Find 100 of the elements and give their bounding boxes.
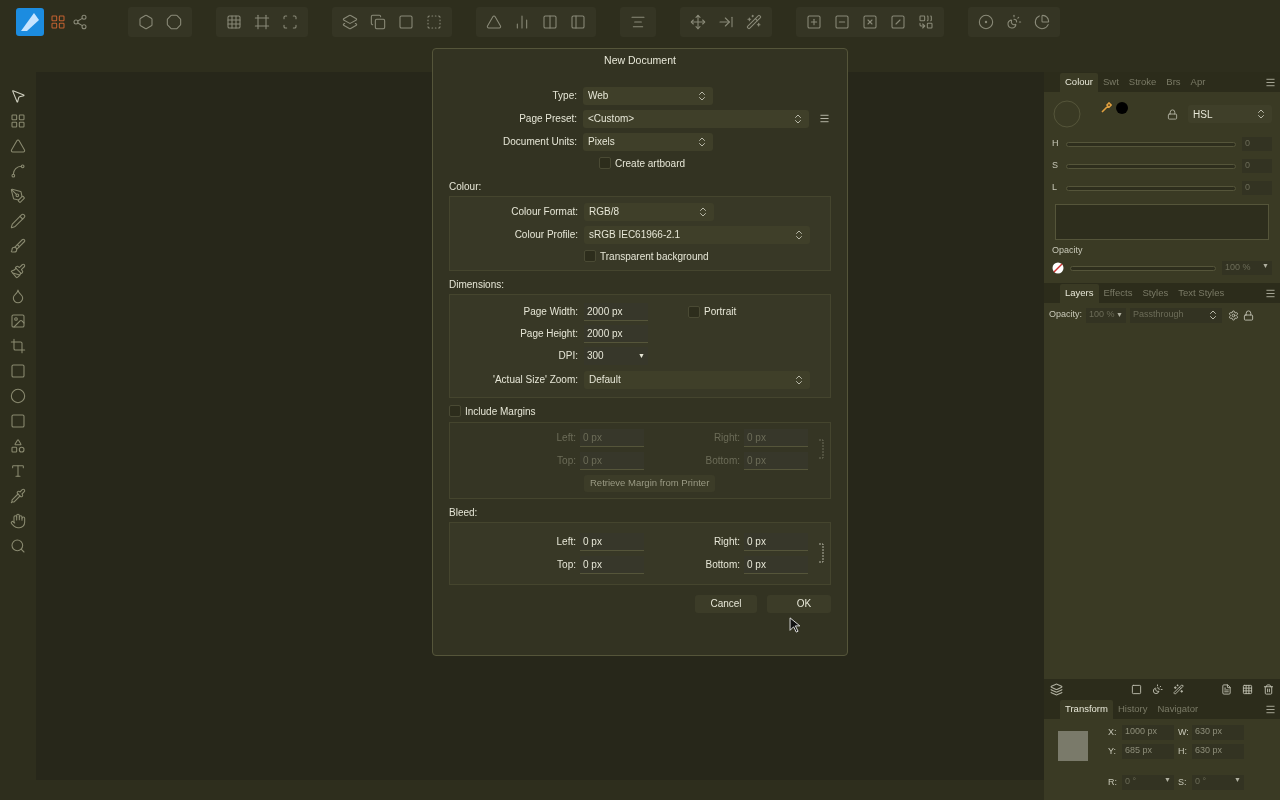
panel-icon[interactable] bbox=[570, 14, 586, 30]
grid-icon[interactable] bbox=[1242, 683, 1253, 695]
square-icon[interactable] bbox=[10, 363, 26, 379]
panel-tab[interactable]: Brs bbox=[1161, 73, 1186, 92]
panel-menu-icon[interactable] bbox=[1265, 288, 1276, 299]
input-field[interactable]: 630 px bbox=[1192, 744, 1244, 759]
slider-track[interactable] bbox=[1066, 141, 1236, 147]
circle-icon[interactable] bbox=[10, 388, 26, 404]
combine-icon[interactable] bbox=[918, 14, 934, 30]
panel-tab[interactable]: Apr bbox=[1185, 73, 1211, 92]
wand-icon[interactable] bbox=[746, 14, 762, 30]
panel-tab[interactable]: Styles bbox=[1137, 284, 1174, 303]
pie-icon[interactable] bbox=[1034, 14, 1050, 30]
dropdown[interactable]: <Custom> bbox=[583, 109, 809, 128]
checkbox[interactable] bbox=[584, 250, 596, 263]
contrast-icon[interactable] bbox=[1006, 14, 1022, 30]
scan-icon[interactable] bbox=[282, 14, 298, 30]
hexagon-icon[interactable] bbox=[138, 14, 154, 30]
arrow-icon[interactable] bbox=[718, 14, 734, 30]
share-icon[interactable] bbox=[72, 14, 88, 30]
copy-icon[interactable] bbox=[370, 14, 386, 30]
droplet-icon[interactable] bbox=[10, 288, 26, 304]
bars-icon[interactable] bbox=[514, 14, 530, 30]
brush-icon[interactable] bbox=[10, 238, 26, 254]
panel-menu-icon[interactable] bbox=[1265, 77, 1276, 88]
artboard-icon[interactable] bbox=[10, 113, 26, 129]
input-field[interactable]: 0 px bbox=[580, 555, 644, 574]
input-field[interactable]: 2000 px bbox=[584, 324, 648, 343]
panel-menu-icon[interactable] bbox=[1265, 704, 1276, 715]
panel-tab[interactable]: Text Styles bbox=[1173, 284, 1230, 303]
align-icon[interactable] bbox=[630, 14, 646, 30]
add-shape-icon[interactable] bbox=[806, 14, 822, 30]
slider-track[interactable] bbox=[1066, 185, 1236, 191]
hand-icon[interactable] bbox=[10, 513, 26, 529]
dashed-square-icon[interactable] bbox=[426, 14, 442, 30]
pointer-icon[interactable] bbox=[10, 88, 26, 104]
layers-icon[interactable] bbox=[1050, 682, 1063, 696]
columns-icon[interactable] bbox=[542, 14, 558, 30]
curve-icon[interactable] bbox=[10, 163, 26, 179]
subtract-shape-icon[interactable] bbox=[834, 14, 850, 30]
persona-grid-icon[interactable] bbox=[50, 14, 66, 30]
divide-shape-icon[interactable] bbox=[890, 14, 906, 30]
dropdown[interactable]: RGB/8 bbox=[584, 202, 714, 221]
panel-tab[interactable]: Stroke bbox=[1123, 73, 1162, 92]
slider-track[interactable] bbox=[1066, 163, 1236, 169]
dropdown[interactable]: Default bbox=[584, 370, 810, 389]
dropdown[interactable]: Pixels bbox=[583, 132, 713, 151]
zoom-icon[interactable] bbox=[10, 538, 26, 554]
delete-icon[interactable] bbox=[1263, 683, 1274, 695]
shapes-icon[interactable] bbox=[10, 438, 26, 454]
no-fill-icon[interactable] bbox=[1052, 262, 1064, 274]
dropdown[interactable]: Web bbox=[583, 86, 713, 105]
paintbrush-icon[interactable] bbox=[10, 263, 26, 279]
triangle-icon[interactable] bbox=[486, 14, 502, 30]
mask-icon[interactable] bbox=[1131, 683, 1142, 695]
eyedropper-icon[interactable] bbox=[10, 488, 26, 504]
colour-swatch[interactable] bbox=[1116, 102, 1128, 114]
settings-icon[interactable] bbox=[1228, 309, 1239, 321]
frame-icon[interactable] bbox=[254, 14, 270, 30]
panel-tab[interactable]: Colour bbox=[1060, 73, 1098, 92]
panel-tab[interactable]: Effects bbox=[1098, 284, 1138, 303]
new-layer-icon[interactable] bbox=[1221, 683, 1232, 695]
intersect-shape-icon[interactable] bbox=[862, 14, 878, 30]
circle-icon[interactable] bbox=[978, 14, 994, 30]
input-field[interactable]: 0 px bbox=[580, 532, 644, 551]
pen-icon[interactable] bbox=[10, 188, 26, 204]
colour-model-dropdown[interactable]: HSL bbox=[1188, 105, 1272, 123]
input-field[interactable]: 2000 px bbox=[584, 302, 648, 321]
input-field[interactable]: 1000 px bbox=[1122, 725, 1174, 740]
effects-icon[interactable] bbox=[1173, 683, 1184, 695]
panel-tab[interactable]: Navigator bbox=[1152, 700, 1204, 719]
rounded-square-icon[interactable] bbox=[10, 413, 26, 429]
slider-track[interactable] bbox=[1070, 265, 1216, 271]
pencil-icon[interactable] bbox=[10, 213, 26, 229]
square-icon[interactable] bbox=[398, 14, 414, 30]
layers-icon[interactable] bbox=[342, 14, 358, 30]
preset-menu-icon[interactable] bbox=[819, 113, 830, 125]
lock-icon[interactable] bbox=[1167, 108, 1178, 120]
checkbox[interactable] bbox=[599, 157, 611, 170]
link-icon[interactable] bbox=[818, 543, 824, 564]
move-icon[interactable] bbox=[690, 14, 706, 30]
eyedropper-icon[interactable] bbox=[1100, 102, 1112, 114]
cancel-button[interactable]: Cancel bbox=[695, 594, 757, 613]
dropdown[interactable]: sRGB IEC61966-2.1 bbox=[584, 225, 810, 244]
panel-tab[interactable]: Layers bbox=[1060, 284, 1099, 303]
input-field[interactable]: 0 px bbox=[744, 532, 808, 551]
input-field[interactable]: 685 px bbox=[1122, 744, 1174, 759]
panel-tab[interactable]: Swt bbox=[1098, 73, 1124, 92]
checkbox[interactable] bbox=[688, 305, 700, 318]
text-icon[interactable] bbox=[10, 463, 26, 479]
input-field[interactable]: 630 px bbox=[1192, 725, 1244, 740]
app-logo[interactable] bbox=[16, 8, 44, 36]
node-icon[interactable] bbox=[10, 138, 26, 154]
ok-button[interactable]: OK bbox=[767, 594, 831, 613]
image-icon[interactable] bbox=[10, 313, 26, 329]
panel-tab[interactable]: History bbox=[1112, 700, 1153, 719]
octagon-icon[interactable] bbox=[166, 14, 182, 30]
input-field[interactable]: 0 px bbox=[744, 555, 808, 574]
lock-icon[interactable] bbox=[1243, 309, 1254, 321]
adjustment-icon[interactable] bbox=[1152, 683, 1163, 695]
